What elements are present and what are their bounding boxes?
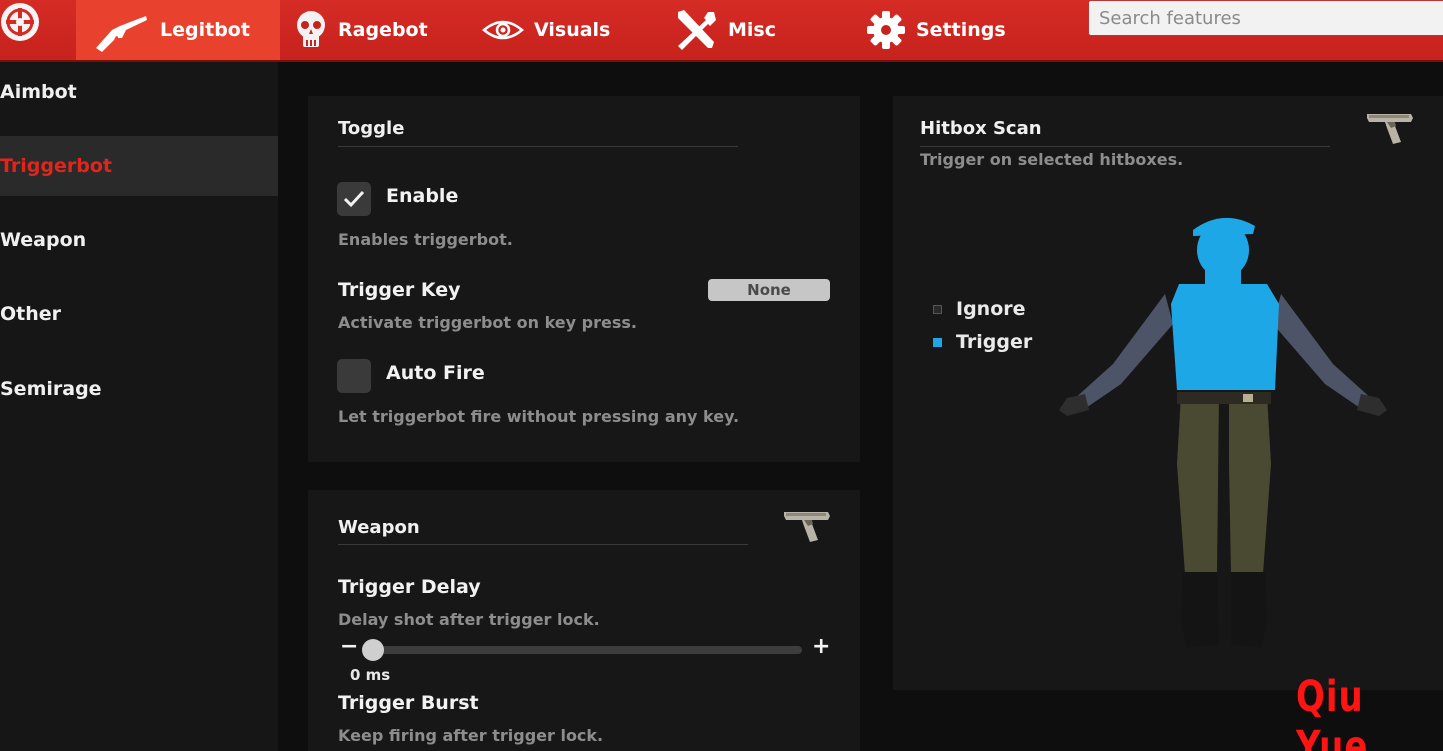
logo-icon	[0, 0, 72, 60]
enable-description: Enables triggerbot.	[338, 230, 513, 249]
trigger-key-button[interactable]: None	[708, 279, 830, 301]
enable-checkbox[interactable]	[337, 182, 371, 216]
legend-ignore[interactable]: Ignore	[933, 298, 1026, 320]
check-icon	[343, 190, 365, 208]
right-leg-hitbox[interactable]	[1229, 394, 1271, 574]
trigger-delay-description: Delay shot after trigger lock.	[338, 610, 600, 629]
sidebar-item-label: Triggerbot	[0, 155, 112, 177]
sidebar-item-label: Weapon	[0, 229, 87, 251]
toggle-panel: Toggle Enable Enables triggerbot. Trigge…	[308, 96, 860, 462]
right-boot	[1231, 572, 1267, 648]
sidebar-item-triggerbot[interactable]: Triggerbot	[0, 136, 278, 196]
increase-button[interactable]: +	[812, 634, 830, 659]
right-arm-hitbox[interactable]	[1273, 294, 1373, 410]
top-nav-bar: Legitbot Ragebot Visuals Misc Settings S…	[0, 0, 1443, 62]
tab-misc[interactable]: Misc	[674, 0, 814, 60]
sidebar-item-label: Aimbot	[0, 81, 77, 103]
trigger-burst-description: Keep firing after trigger lock.	[338, 726, 604, 745]
weapon-panel: Weapon Trigger Delay Delay shot after tr…	[308, 490, 860, 751]
legend-swatch	[933, 337, 942, 347]
legend-label: Trigger	[956, 331, 1033, 353]
tab-label: Misc	[728, 19, 776, 41]
tab-label: Legitbot	[160, 19, 250, 41]
tab-label: Settings	[916, 19, 1006, 41]
trigger-delay-label: Trigger Delay	[338, 576, 481, 598]
belt	[1177, 392, 1271, 404]
search-input[interactable]	[1088, 0, 1443, 36]
slider-handle[interactable]	[362, 639, 384, 661]
tab-legitbot[interactable]: Legitbot	[76, 0, 280, 60]
legend-label: Ignore	[956, 298, 1026, 320]
panel-title: Weapon	[338, 517, 420, 538]
auto-fire-checkbox[interactable]	[337, 359, 371, 393]
sidebar-item-other[interactable]: Other	[0, 284, 278, 344]
torso-hitbox[interactable]	[1171, 284, 1279, 390]
decrease-button[interactable]: −	[340, 634, 358, 659]
tab-visuals[interactable]: Visuals	[482, 0, 642, 60]
trigger-delay-value: 0 ms	[350, 666, 391, 684]
pistol-icon	[782, 508, 832, 548]
legend-swatch	[933, 304, 942, 314]
eye-icon	[482, 18, 524, 42]
auto-fire-label: Auto Fire	[386, 362, 485, 384]
sidebar-item-label: Semirage	[0, 378, 102, 400]
auto-fire-description: Let triggerbot fire without pressing any…	[338, 407, 740, 426]
tab-settings[interactable]: Settings	[866, 0, 1026, 60]
beret	[1193, 217, 1255, 236]
left-hand	[1059, 394, 1089, 416]
tools-icon	[674, 8, 718, 52]
sidebar-item-semirage[interactable]: Semirage	[0, 359, 278, 419]
left-arm-hitbox[interactable]	[1073, 294, 1173, 410]
right-hand	[1357, 394, 1387, 416]
hitbox-scan-panel: Hitbox Scan Trigger on selected hitboxes…	[893, 96, 1443, 690]
trigger-key-label: Trigger Key	[338, 279, 461, 301]
hitbox-scan-description: Trigger on selected hitboxes.	[920, 150, 1184, 169]
trigger-key-description: Activate triggerbot on key press.	[338, 313, 637, 332]
left-leg-hitbox[interactable]	[1177, 394, 1219, 574]
panel-title: Toggle	[338, 118, 405, 139]
panel-title: Hitbox Scan	[920, 118, 1042, 139]
skull-icon	[294, 9, 328, 51]
gear-icon	[866, 10, 906, 50]
tab-ragebot[interactable]: Ragebot	[294, 0, 454, 60]
divider	[338, 544, 748, 545]
divider	[338, 146, 738, 147]
character-model[interactable]	[1053, 214, 1393, 660]
tab-label: Visuals	[534, 19, 611, 41]
pistol-icon	[1365, 110, 1415, 150]
divider	[920, 146, 1330, 147]
rifle-icon	[92, 8, 150, 52]
sidebar: Aimbot Triggerbot Weapon Other Semirage	[0, 62, 278, 751]
sidebar-item-aimbot[interactable]: Aimbot	[0, 62, 278, 122]
sidebar-item-label: Other	[0, 303, 62, 325]
enable-label: Enable	[386, 185, 459, 207]
legend-trigger[interactable]: Trigger	[933, 331, 1032, 353]
trigger-delay-slider[interactable]	[362, 646, 802, 654]
trigger-burst-label: Trigger Burst	[338, 692, 479, 714]
watermark: Qiu Yue	[1296, 672, 1369, 751]
tab-label: Ragebot	[338, 19, 428, 41]
sidebar-item-weapon[interactable]: Weapon	[0, 210, 278, 270]
belt-buckle	[1243, 394, 1253, 402]
left-boot	[1181, 572, 1219, 648]
